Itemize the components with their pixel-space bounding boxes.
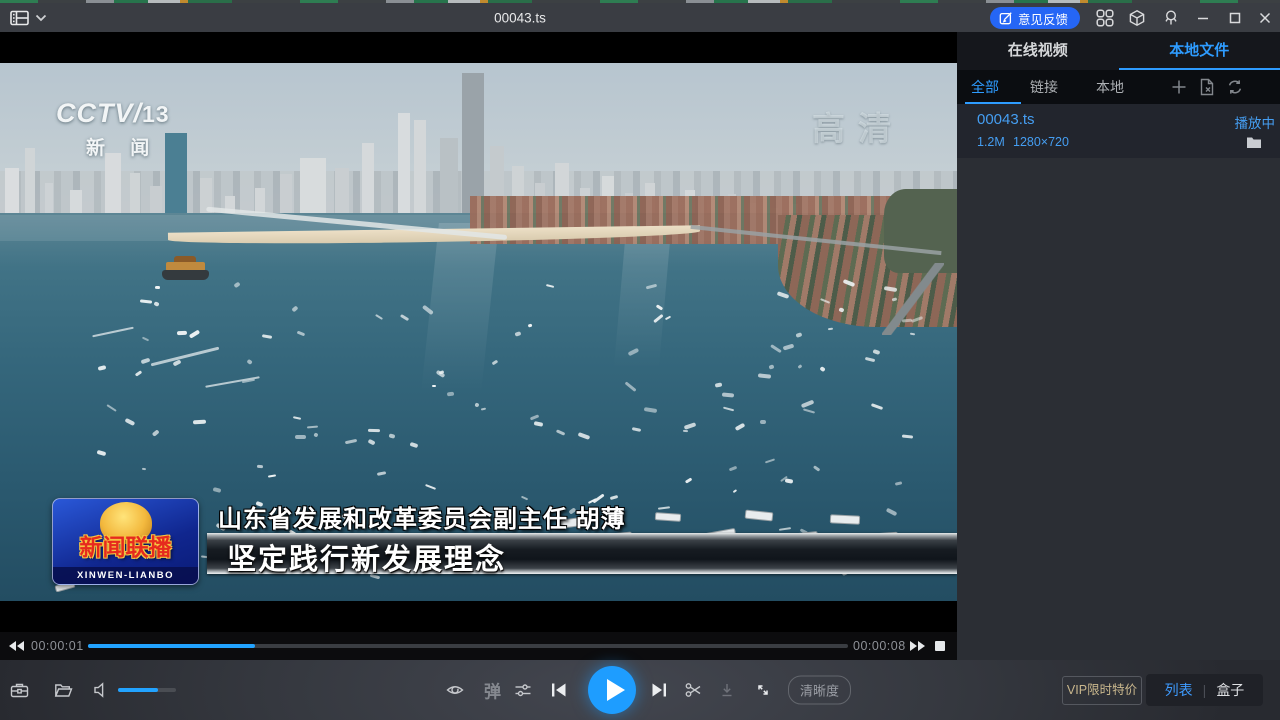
hd-watermark: 高清: [812, 102, 904, 150]
sidebar: 在线视频 本地文件 全部 链接 本地: [957, 32, 1280, 660]
playlist-item[interactable]: 00043.ts 播放中 1.2M 1280×720: [957, 104, 1280, 158]
resize-arrows-icon[interactable]: [754, 681, 772, 699]
sidebar-tabs: 在线视频 本地文件: [957, 32, 1280, 70]
playing-badge: 播放中: [1235, 112, 1276, 132]
stop-icon[interactable]: [935, 641, 945, 651]
close-button[interactable]: [1258, 11, 1276, 29]
box-toggle[interactable]: 盒子: [1216, 680, 1244, 700]
play-button[interactable]: [588, 666, 636, 714]
clear-list-icon[interactable]: [1198, 78, 1216, 96]
subtab-local[interactable]: 本地: [1096, 77, 1124, 97]
speaker-caption: 山东省发展和改革委员会副主任 胡薄: [218, 499, 626, 534]
channel-logo: CCTV/13 新 闻: [56, 98, 170, 160]
headline-bar: 坚定践行新发展理念: [207, 533, 957, 574]
download-icon[interactable]: [718, 681, 736, 699]
feedback-label: 意见反馈: [1018, 9, 1068, 28]
volume-slider[interactable]: [118, 688, 176, 692]
add-file-icon[interactable]: [1170, 78, 1188, 96]
file-size: 1.2M: [977, 135, 1005, 149]
titlebar: 00043.ts 意见反馈: [0, 3, 1280, 32]
list-toggle[interactable]: 列表: [1165, 680, 1193, 700]
subtab-links[interactable]: 链接: [1030, 77, 1058, 97]
video-area[interactable]: CCTV/13 新 闻 高清 新闻联播 XINWEN-LIANBO 山东省发展和…: [0, 32, 957, 632]
tab-local-files[interactable]: 本地文件: [1119, 32, 1280, 70]
maximize-button[interactable]: [1228, 11, 1246, 29]
headline-text: 坚定践行新发展理念: [227, 536, 506, 578]
edit-icon: [999, 11, 1013, 25]
feedback-button[interactable]: 意见反馈: [990, 7, 1080, 29]
fast-forward-icon[interactable]: [909, 640, 926, 652]
volume-fill: [118, 688, 158, 692]
progress-fill: [88, 644, 255, 648]
open-folder-icon[interactable]: [1246, 135, 1262, 149]
toolbox-icon[interactable]: [10, 681, 29, 699]
scissors-icon[interactable]: [684, 681, 703, 699]
seek-bar[interactable]: [88, 644, 848, 648]
film-menu-icon[interactable]: [10, 10, 29, 26]
apps-grid-icon[interactable]: [1096, 9, 1114, 27]
previous-button[interactable]: [549, 681, 568, 699]
subtab-all[interactable]: 全部: [971, 77, 999, 97]
news-program-logo: 新闻联播 XINWEN-LIANBO: [52, 498, 199, 585]
divider: |: [1203, 682, 1207, 698]
rewind-icon[interactable]: [8, 640, 25, 652]
progress-row: 00:00:01 00:00:08: [0, 632, 957, 660]
window-title: 00043.ts: [494, 10, 546, 25]
file-name: 00043.ts: [977, 111, 1035, 128]
box-icon[interactable]: [1128, 9, 1146, 27]
quality-button[interactable]: 清晰度: [788, 676, 851, 705]
refresh-icon[interactable]: [1226, 78, 1244, 96]
player-window: 00043.ts 意见反馈: [0, 0, 1280, 720]
vip-button[interactable]: VIP限时特价: [1062, 676, 1142, 705]
minimize-button[interactable]: [1196, 11, 1214, 29]
danmaku-toggle[interactable]: 弹: [484, 678, 501, 703]
settings-sliders-icon[interactable]: [513, 681, 533, 699]
control-bar: 弹: [0, 660, 1280, 720]
pin-icon[interactable]: [1162, 9, 1180, 27]
next-button[interactable]: [650, 681, 669, 699]
eye-icon[interactable]: [444, 681, 466, 699]
current-time: 00:00:01: [31, 639, 84, 653]
open-file-icon[interactable]: [54, 682, 73, 699]
playlist-subtabs: 全部 链接 本地: [957, 70, 1280, 104]
file-resolution: 1280×720: [1013, 135, 1069, 149]
tab-online-video[interactable]: 在线视频: [957, 32, 1119, 70]
total-time: 00:00:08: [853, 639, 906, 653]
volume-icon[interactable]: [93, 682, 110, 698]
list-box-group: 列表 | 盒子: [1146, 674, 1263, 706]
chevron-down-icon[interactable]: [35, 14, 47, 22]
